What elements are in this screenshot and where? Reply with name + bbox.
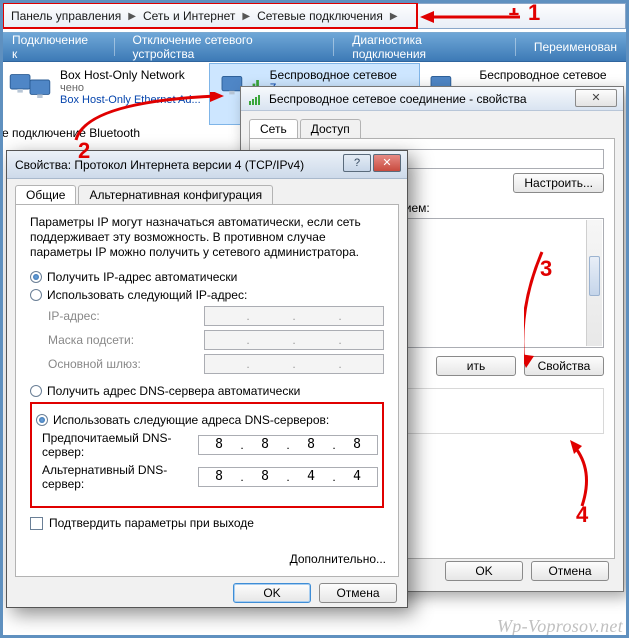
radio-label: Использовать следующий IP-адрес: — [47, 288, 247, 302]
ip-address-label: IP-адрес: — [48, 309, 198, 323]
chevron-right-icon: ▶ — [128, 11, 136, 22]
subnet-mask-input: ... — [204, 330, 384, 350]
install-button[interactable]: ить — [436, 356, 516, 376]
radio-label: Использовать следующие адреса DNS-сервер… — [53, 413, 329, 427]
annotation-number-2: 2 — [78, 138, 90, 164]
chevron-right-icon: ▶ — [242, 11, 250, 22]
window-titlebar[interactable]: Беспроводное сетевое соединение - свойст… — [241, 87, 623, 111]
tab-network[interactable]: Сеть — [249, 119, 298, 138]
adapter-item-hostonly[interactable]: Box Host-Only Network чено Box Host-Only… — [0, 64, 210, 124]
annotation-number-3: 3 — [540, 256, 552, 282]
panel-general: Параметры IP могут назначаться автоматич… — [15, 205, 399, 577]
radio-dns-manual[interactable]: Использовать следующие адреса DNS-сервер… — [36, 413, 378, 427]
checkbox-icon — [30, 517, 43, 530]
alternate-dns-label: Альтернативный DNS-сервер: — [42, 463, 192, 491]
gateway-input: ... — [204, 354, 384, 374]
annotation-box-dns: Использовать следующие адреса DNS-сервер… — [30, 402, 384, 508]
radio-icon — [30, 289, 42, 301]
scrollbar-thumb[interactable] — [589, 256, 600, 296]
help-button[interactable]: ? — [343, 154, 371, 172]
tab-general[interactable]: Общие — [15, 185, 76, 204]
breadcrumb-item-2[interactable]: Сетевые подключения — [254, 8, 386, 24]
chevron-right-icon: ▶ — [390, 11, 398, 22]
dialog-buttons: OK Отмена — [7, 577, 407, 609]
toolbar-item-connect[interactable]: Подключение к — [12, 33, 96, 61]
radio-icon — [30, 385, 42, 397]
alternate-dns-input[interactable]: 8. 8. 4. 4 — [198, 467, 378, 487]
annotation-number-4: 4 — [576, 502, 588, 528]
tab-sharing[interactable]: Доступ — [300, 119, 361, 138]
ok-button[interactable]: OK — [233, 583, 311, 603]
intro-text: Параметры IP могут назначаться автоматич… — [30, 215, 384, 260]
breadcrumb-item-0[interactable]: Панель управления — [8, 8, 124, 24]
network-adapter-icon — [6, 68, 54, 110]
adapter-item-bluetooth[interactable]: е подключение Bluetooth — [2, 126, 140, 140]
radio-icon — [30, 271, 42, 283]
adapter-name: Беспроводное сетевое — [479, 68, 606, 82]
adapter-name: Box Host-Only Network — [60, 68, 201, 82]
preferred-dns-label: Предпочитаемый DNS-сервер: — [42, 431, 192, 459]
configure-button[interactable]: Настроить... — [513, 173, 604, 193]
wifi-icon — [247, 91, 263, 107]
toolbar: Подключение к Отключение сетевого устрой… — [0, 32, 629, 62]
dialog-buttons: OK Отмена — [445, 561, 609, 581]
subnet-mask-label: Маска подсети: — [48, 333, 198, 347]
checkbox-label: Подтвердить параметры при выходе — [49, 516, 254, 530]
close-button[interactable]: ✕ — [575, 89, 617, 107]
gateway-label: Основной шлюз: — [48, 357, 198, 371]
cancel-button[interactable]: Отмена — [531, 561, 609, 581]
radio-label: Получить IP-адрес автоматически — [47, 270, 237, 284]
properties-button[interactable]: Свойства — [524, 356, 604, 376]
radio-dns-auto[interactable]: Получить адрес DNS-сервера автоматически — [30, 384, 384, 398]
validate-checkbox-row[interactable]: Подтвердить параметры при выходе — [30, 516, 384, 530]
toolbar-item-disable[interactable]: Отключение сетевого устройства — [132, 33, 315, 61]
window-title: Беспроводное сетевое соединение - свойст… — [269, 92, 527, 106]
window-title: Свойства: Протокол Интернета версии 4 (T… — [15, 158, 304, 172]
preferred-dns-input[interactable]: 8. 8. 8. 8 — [198, 435, 378, 455]
cancel-button[interactable]: Отмена — [319, 583, 397, 603]
adapter-status: чено — [60, 82, 201, 94]
annotation-number-1: 1 — [528, 0, 540, 26]
toolbar-separator — [515, 38, 516, 56]
tabstrip: Сеть Доступ — [249, 119, 615, 139]
scrollbar[interactable] — [586, 220, 602, 346]
ipv4-properties-window: Свойства: Протокол Интернета версии 4 (T… — [6, 150, 408, 608]
adapter-name: Беспроводное сетевое — [270, 68, 397, 82]
ip-address-input: ... — [204, 306, 384, 326]
radio-label: Получить адрес DNS-сервера автоматически — [47, 384, 300, 398]
toolbar-item-diagnose[interactable]: Диагностика подключения — [352, 33, 497, 61]
breadcrumb-item-1[interactable]: Сеть и Интернет — [140, 8, 238, 24]
watermark: Wp-Voprosov.net — [497, 616, 623, 637]
tabstrip: Общие Альтернативная конфигурация — [15, 185, 399, 205]
radio-ip-manual[interactable]: Использовать следующий IP-адрес: — [30, 288, 384, 302]
tab-alt-config[interactable]: Альтернативная конфигурация — [78, 185, 273, 204]
adapter-device: Box Host-Only Ethernet Ad... — [60, 94, 201, 106]
advanced-button[interactable]: Дополнительно... — [290, 552, 386, 566]
toolbar-item-rename[interactable]: Переименован — [534, 40, 617, 54]
ok-button[interactable]: OK — [445, 561, 523, 581]
close-button[interactable]: ✕ — [373, 154, 401, 172]
radio-ip-auto[interactable]: Получить IP-адрес автоматически — [30, 270, 384, 284]
toolbar-separator — [114, 38, 115, 56]
toolbar-separator — [333, 38, 334, 56]
radio-icon — [36, 414, 48, 426]
